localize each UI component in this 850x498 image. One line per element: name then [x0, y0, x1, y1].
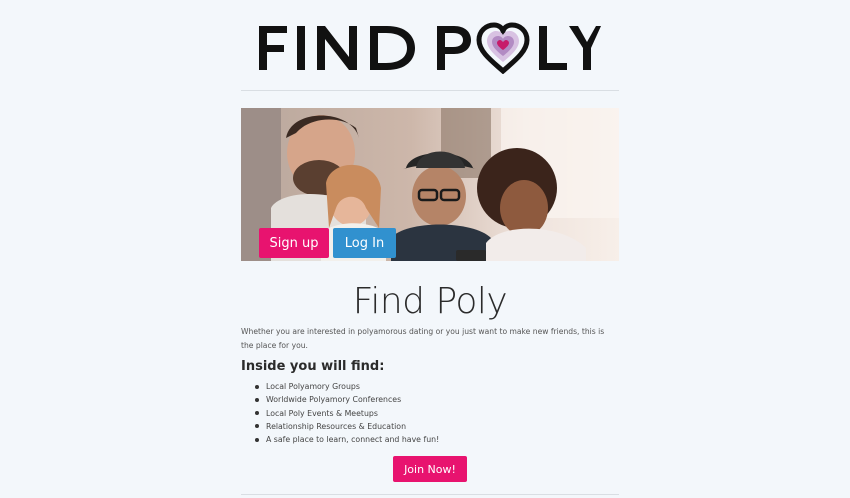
features-heading: Inside you will find: [241, 359, 385, 374]
list-item: Worldwide Polyamory Conferences [255, 393, 606, 406]
list-item: Local Polyamory Groups [255, 380, 606, 393]
header-divider [241, 90, 619, 91]
list-item-label: Relationship Resources & Education [266, 421, 407, 431]
list-item-label: Local Polyamory Groups [266, 382, 360, 391]
list-item: Relationship Resources & Education [255, 420, 606, 433]
bullet-icon [255, 411, 259, 416]
list-item: A safe place to learn, connect and have … [255, 433, 606, 446]
hero-image: Sign up Log In [241, 108, 619, 261]
find-poly-logo-icon [259, 22, 601, 74]
list-item-label: Local Poly Events & Meetups [266, 408, 378, 418]
logo[interactable] [257, 22, 601, 74]
login-button[interactable]: Log In [333, 228, 396, 258]
footer-divider [241, 494, 619, 495]
bullet-icon [255, 384, 259, 389]
list-item-label: Worldwide Polyamory Conferences [266, 395, 402, 405]
bullet-icon [255, 437, 259, 442]
page-container: Sign up Log In Find Poly Whether you are… [241, 0, 619, 498]
features-list: Local Polyamory Groups Worldwide Polyamo… [255, 380, 606, 446]
list-item: Local Poly Events & Meetups [255, 407, 606, 420]
signup-button[interactable]: Sign up [259, 228, 329, 258]
bullet-icon [255, 424, 259, 429]
list-item-label: A safe place to learn, connect and have … [266, 435, 440, 445]
intro-text: Whether you are interested in polyamorou… [241, 327, 605, 350]
page-title: Find Poly [352, 281, 508, 322]
bullet-icon [255, 397, 259, 402]
join-now-button[interactable]: Join Now! [393, 456, 467, 482]
